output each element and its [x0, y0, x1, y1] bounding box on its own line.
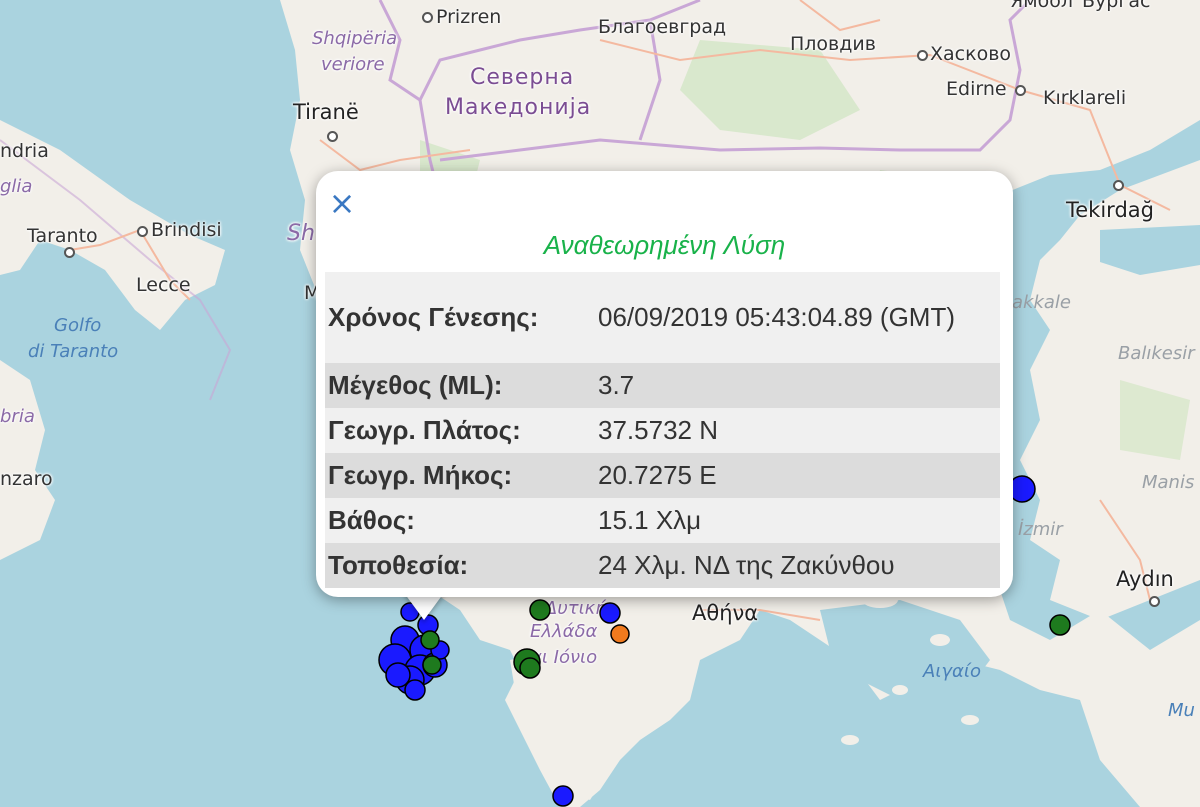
earthquake-marker[interactable]: [1049, 614, 1071, 636]
earthquake-marker[interactable]: [529, 599, 551, 621]
depth-label: Βάθος:: [328, 505, 415, 535]
earthquake-marker[interactable]: [420, 630, 440, 650]
table-row: Χρόνος Γένεσης: 06/09/2019 05:43:04.89 (…: [325, 272, 1000, 363]
longitude-value: 20.7275 E: [598, 460, 717, 490]
earthquake-marker[interactable]: [599, 602, 621, 624]
earthquake-details-table: Χρόνος Γένεσης: 06/09/2019 05:43:04.89 (…: [325, 272, 1000, 588]
magnitude-value: 3.7: [598, 370, 635, 400]
popup-title: Αναθεωρημένη Λύση: [543, 230, 786, 260]
longitude-label: Γεωγρ. Μήκος:: [328, 460, 513, 490]
table-row: Τοποθεσία: 24 Χλμ. ΝΔ της Ζακύνθου: [325, 543, 1000, 588]
depth-value: 15.1 Χλμ: [598, 505, 702, 535]
magnitude-label: Μέγεθος (ML):: [328, 370, 503, 400]
latitude-label: Γεωγρ. Πλάτος:: [328, 415, 521, 445]
location-label: Τοποθεσία:: [328, 550, 469, 580]
earthquake-marker[interactable]: [385, 662, 411, 688]
table-row: Μέγεθος (ML): 3.7: [325, 363, 1000, 408]
earthquake-marker[interactable]: [610, 624, 630, 644]
table-row: Γεωγρ. Πλάτος: 37.5732 N: [325, 408, 1000, 453]
location-value: 24 Χλμ. ΝΔ της Ζακύνθου: [598, 550, 895, 580]
earthquake-marker[interactable]: [422, 655, 442, 675]
table-row: Γεωγρ. Μήκος: 20.7275 E: [325, 453, 1000, 498]
origin-time-value: 06/09/2019 05:43:04.89 (GMT): [598, 302, 956, 332]
table-row: Βάθος: 15.1 Χλμ: [325, 498, 1000, 543]
origin-time-label: Χρόνος Γένεσης:: [328, 302, 539, 332]
close-popup-button[interactable]: ×: [327, 186, 357, 220]
latitude-value: 37.5732 N: [598, 415, 718, 445]
earthquake-marker[interactable]: [519, 657, 541, 679]
earthquake-marker[interactable]: [404, 679, 426, 701]
earthquake-marker[interactable]: [552, 785, 574, 807]
